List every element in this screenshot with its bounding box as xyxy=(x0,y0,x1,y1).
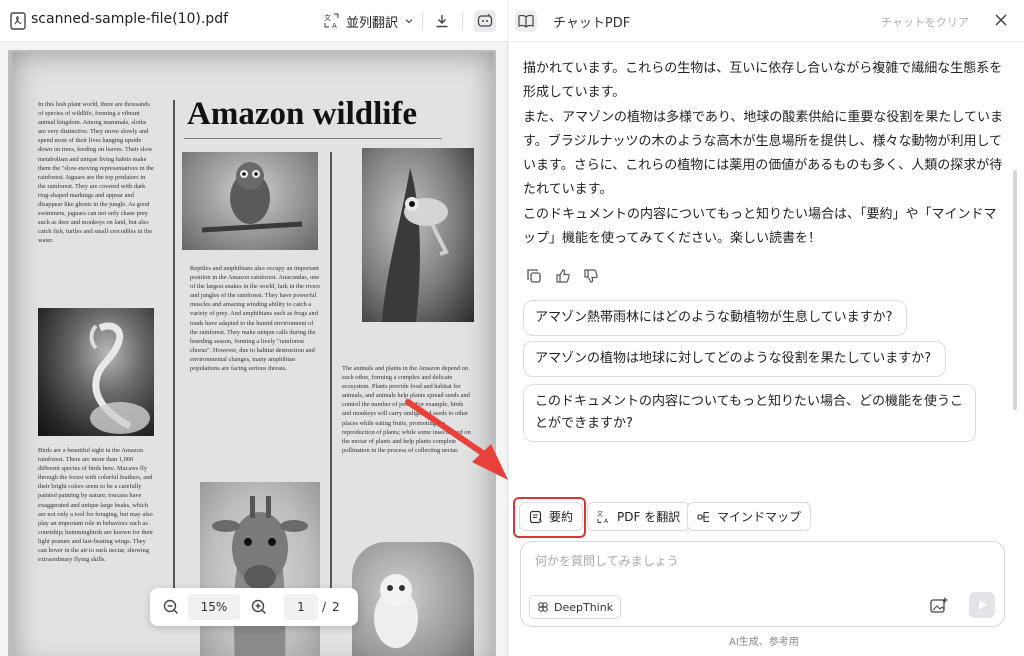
translate-icon: 文 A xyxy=(597,510,609,524)
copy-icon[interactable] xyxy=(526,268,542,284)
frog-photo xyxy=(362,148,474,322)
giraffe-photo xyxy=(200,482,320,656)
toolbar-divider xyxy=(422,12,423,30)
article-column-3: The animals and plants in the Amazon dep… xyxy=(342,365,471,454)
chevron-down-icon xyxy=(405,19,413,24)
ai-chat-icon xyxy=(477,13,493,27)
send-button[interactable] xyxy=(969,592,995,618)
svg-text:A: A xyxy=(604,518,609,524)
column-divider xyxy=(173,100,175,620)
owl-photo xyxy=(182,152,318,250)
add-image-icon[interactable] xyxy=(929,596,949,616)
chat-header: チャットPDF チャットをクリア xyxy=(509,0,1024,42)
page-number-input[interactable]: 1 xyxy=(284,594,318,620)
mindmap-button[interactable]: マインドマップ xyxy=(687,502,812,531)
total-pages: 2 xyxy=(332,600,340,614)
snowy-owl-photo xyxy=(352,542,474,656)
file-name: scanned-sample-file(10).pdf xyxy=(31,11,229,27)
parallel-translate-button[interactable]: 文 A 並列翻訳 xyxy=(318,8,420,34)
svg-text:A: A xyxy=(332,22,337,29)
toolbar-divider xyxy=(462,12,463,30)
article-column-1-top: In this lush plant world, there are thou… xyxy=(38,101,155,245)
deepthink-toggle[interactable]: DeepThink xyxy=(529,595,622,619)
suggested-question[interactable]: アマゾンの植物は地球に対してどのような役割を果たしていますか? xyxy=(523,341,946,377)
translate-icon: 文 A xyxy=(324,13,339,29)
chat-input[interactable] xyxy=(535,554,955,568)
thumbs-up-icon[interactable] xyxy=(555,268,571,284)
close-icon[interactable] xyxy=(993,12,1009,28)
svg-text:文: 文 xyxy=(324,13,331,22)
translate-label: 並列翻訳 xyxy=(346,15,399,31)
article-title: Amazon wildlife xyxy=(187,96,418,132)
pdf-page-view[interactable]: In this lush plant world, there are thou… xyxy=(8,50,496,656)
article-column-1-bottom: Birds are a beautiful sight in the Amazo… xyxy=(38,447,154,564)
zoom-level[interactable]: 15% xyxy=(188,594,240,620)
svg-text:文: 文 xyxy=(597,510,603,518)
zoom-out-icon[interactable] xyxy=(162,598,180,616)
mindmap-icon xyxy=(697,511,709,522)
chat-title: チャットPDF xyxy=(553,16,631,31)
book-icon[interactable] xyxy=(515,10,537,32)
thumbs-down-icon[interactable] xyxy=(583,268,599,284)
zoom-in-icon[interactable] xyxy=(250,598,268,616)
suggested-question[interactable]: このドキュメントの内容についてもっと知りたい場合、どの機能を使うことができますか… xyxy=(523,384,976,442)
article-column-2: Reptiles and amphibians also occupy an i… xyxy=(190,265,320,373)
pdf-file-icon xyxy=(10,12,26,30)
chat-input-box: DeepThink xyxy=(520,541,1005,627)
flamingo-photo xyxy=(38,308,154,436)
clear-chat-button[interactable]: チャットをクリア xyxy=(881,14,969,30)
pdf-page: In this lush plant world, there are thou… xyxy=(12,52,494,656)
translate-pdf-label: PDF を翻訳 xyxy=(617,510,681,524)
zoom-toolbar: 15% 1 / 2 xyxy=(150,588,358,626)
highlight-box xyxy=(513,497,586,538)
suggested-question[interactable]: アマゾン熱帯雨林にはどのような動植物が生息していますか? xyxy=(523,300,907,336)
page-separator: / xyxy=(322,600,327,614)
pdf-toolbar: scanned-sample-file(10).pdf 文 A 並列翻訳 xyxy=(0,0,508,42)
ai-chat-toggle-button[interactable] xyxy=(474,10,496,32)
pdf-viewer-panel: scanned-sample-file(10).pdf 文 A 並列翻訳 In … xyxy=(0,0,508,656)
chat-message-paragraph: 描かれています。これらの生物は、互いに依存し合いながら複雑で繊細な生態系を形成し… xyxy=(523,61,1003,100)
chat-message-paragraph: このドキュメントの内容についてもっと知りたい場合は、「要約」や「マインドマップ」… xyxy=(523,207,997,246)
chat-messages: 描かれています。これらの生物は、互いに依存し合いながら複雑で繊細な生態系を形成し… xyxy=(509,42,1024,492)
translate-pdf-button[interactable]: 文 A PDF を翻訳 xyxy=(587,502,691,531)
chat-scrollbar[interactable] xyxy=(1013,170,1017,410)
column-divider xyxy=(330,152,332,622)
title-rule xyxy=(184,138,442,139)
deepthink-label: DeepThink xyxy=(554,600,614,614)
deepthink-icon xyxy=(538,602,548,612)
chat-message-paragraph: また、アマゾンの植物は多様であり、地球の酸素供給に重要な役割を果たしています。ブ… xyxy=(523,110,1003,197)
ai-disclaimer: AI生成、参考用 xyxy=(729,637,799,648)
download-button[interactable] xyxy=(431,10,453,32)
mindmap-label: マインドマップ xyxy=(717,510,802,524)
app-window: scanned-sample-file(10).pdf 文 A 並列翻訳 In … xyxy=(0,0,1024,656)
download-icon xyxy=(436,15,448,28)
send-icon xyxy=(979,600,987,610)
